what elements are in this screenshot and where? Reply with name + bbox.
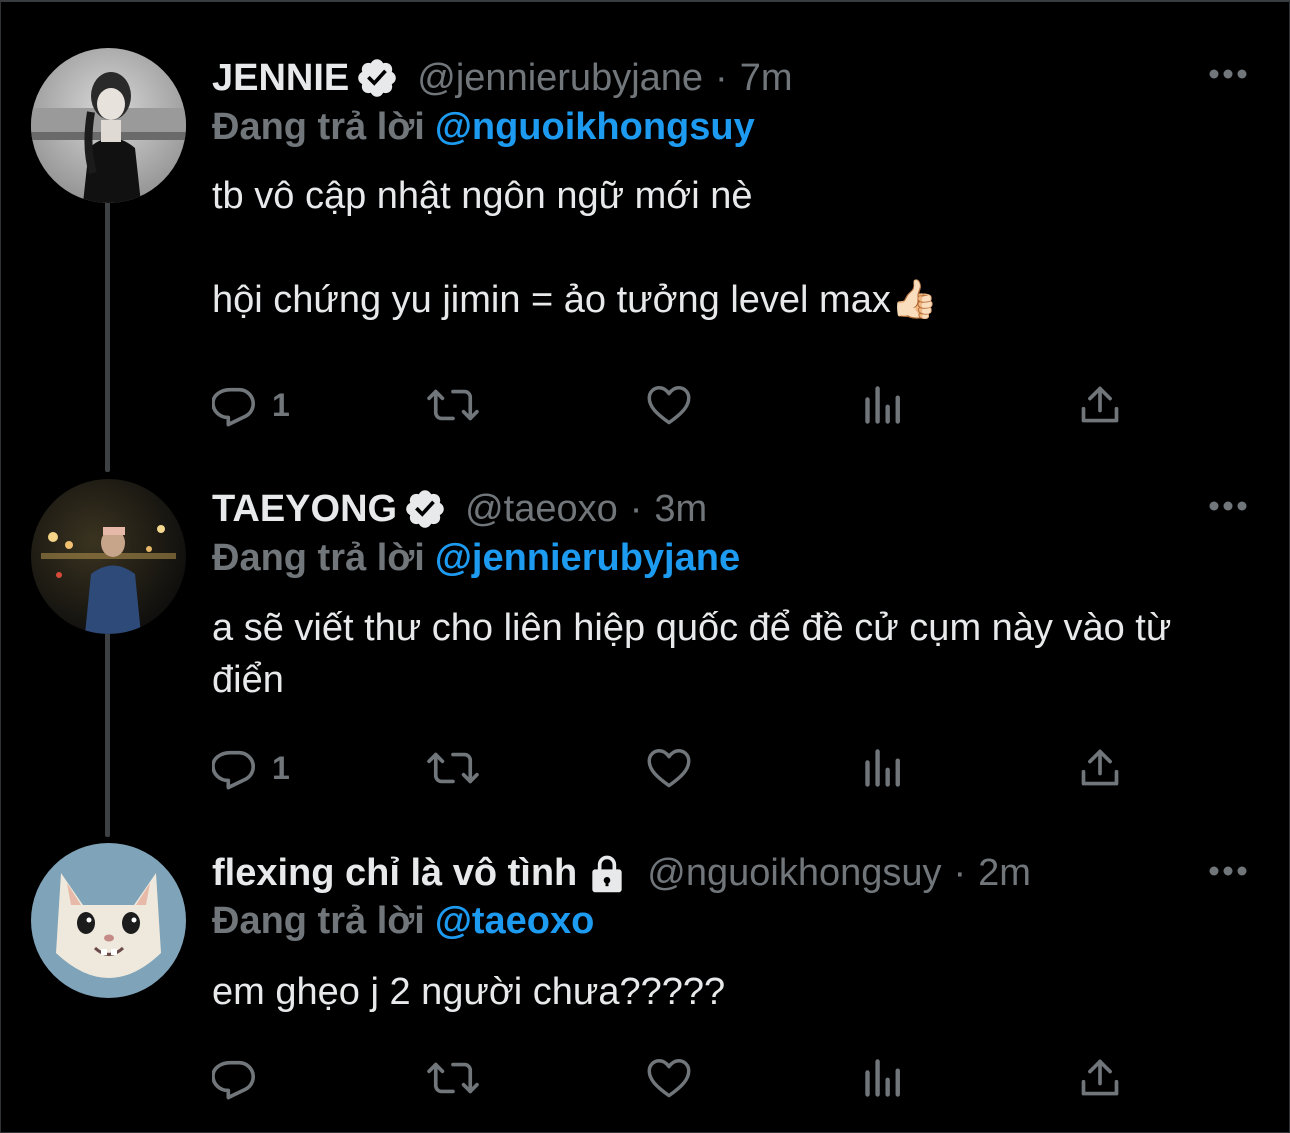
handle[interactable]: @jennierubyjane <box>417 57 703 100</box>
avatar[interactable] <box>31 48 186 203</box>
tweet-text: a sẽ viết thư cho liên hiệp quốc để đề c… <box>212 607 1172 701</box>
separator: · <box>953 851 967 894</box>
like-icon <box>647 1059 691 1098</box>
tweet-taeyong[interactable]: TAEYONG @taeoxo · 3m Đang trả lời @jennie… <box>0 470 1290 840</box>
reply-button[interactable] <box>212 1053 272 1103</box>
views-icon <box>865 749 900 787</box>
reply-icon <box>212 387 256 427</box>
reply-button[interactable]: 1 <box>212 380 290 430</box>
tweet-text: em ghẹo j 2 người chưa????? <box>212 971 726 1013</box>
separator: · <box>629 487 643 530</box>
share-button[interactable] <box>1078 743 1122 793</box>
share-button[interactable] <box>1078 1053 1122 1103</box>
views-button[interactable] <box>862 743 906 793</box>
timestamp[interactable]: 2m <box>978 852 1031 895</box>
lock-icon <box>592 855 622 893</box>
tweet-nguoikhongsuy[interactable]: flexing chỉ là vô tình @nguoikhongsuy · … <box>0 840 1290 1133</box>
more-icon[interactable] <box>1208 500 1248 512</box>
mention-link[interactable]: @nguoikhongsuy <box>435 106 755 148</box>
views-button[interactable] <box>862 380 906 430</box>
like-button[interactable] <box>645 743 707 793</box>
handle[interactable]: @taeoxo <box>465 488 618 531</box>
share-icon <box>1081 386 1119 423</box>
reply-icon <box>212 750 256 790</box>
more-icon[interactable] <box>1208 68 1248 80</box>
avatar[interactable] <box>31 843 186 998</box>
share-button[interactable] <box>1078 380 1122 430</box>
tweet-header: flexing chỉ là vô tình @nguoikhongsuy · … <box>212 846 1031 900</box>
retweet-icon <box>427 752 479 784</box>
share-icon <box>1081 749 1119 786</box>
verified-badge-icon <box>358 59 397 97</box>
timestamp[interactable]: 7m <box>740 57 793 100</box>
retweet-button[interactable] <box>426 380 494 430</box>
replying-to-label: Đang trả lời <box>212 106 425 148</box>
like-icon <box>647 386 691 425</box>
replying-to-label: Đang trả lời <box>212 900 425 942</box>
like-button[interactable] <box>645 1053 707 1103</box>
share-icon <box>1081 1059 1119 1096</box>
mention-link[interactable]: @jennierubyjane <box>435 537 740 579</box>
replying-to: Đang trả lời @taeoxo <box>212 900 594 943</box>
views-button[interactable] <box>862 1053 906 1103</box>
tweet-header: TAEYONG @taeoxo · 3m <box>212 482 707 536</box>
views-icon <box>865 1059 900 1097</box>
reply-button[interactable]: 1 <box>212 743 290 793</box>
replying-to-label: Đang trả lời <box>212 537 425 579</box>
avatar[interactable] <box>31 479 186 634</box>
verified-badge-icon <box>406 490 444 528</box>
retweet-icon <box>427 1062 479 1094</box>
timestamp[interactable]: 3m <box>654 488 707 531</box>
tweet-jennie[interactable]: JENNIE @jennierubyjane · 7m Đang trả lời… <box>0 0 1290 470</box>
display-name[interactable]: JENNIE <box>212 57 349 100</box>
display-name[interactable]: flexing chỉ là vô tình <box>212 852 577 895</box>
retweet-button[interactable] <box>426 1053 494 1103</box>
reply-count: 1 <box>272 386 290 423</box>
like-button[interactable] <box>645 380 707 430</box>
tweet-text: tb vô cập nhật ngôn ngữ mới nè hội chứng… <box>212 175 939 321</box>
retweet-button[interactable] <box>426 743 494 793</box>
reply-count: 1 <box>272 749 290 786</box>
handle[interactable]: @nguoikhongsuy <box>647 852 941 895</box>
display-name[interactable]: TAEYONG <box>212 488 397 531</box>
tweet-header: JENNIE @jennierubyjane · 7m <box>212 51 793 105</box>
reply-icon <box>212 1060 256 1100</box>
replying-to: Đang trả lời @nguoikhongsuy <box>212 106 755 149</box>
separator: · <box>715 56 728 99</box>
replying-to: Đang trả lời @jennierubyjane <box>212 537 740 580</box>
like-icon <box>647 749 691 788</box>
mention-link[interactable]: @taeoxo <box>435 900 595 942</box>
views-icon <box>865 386 900 424</box>
retweet-icon <box>427 389 479 421</box>
more-icon[interactable] <box>1208 865 1248 877</box>
